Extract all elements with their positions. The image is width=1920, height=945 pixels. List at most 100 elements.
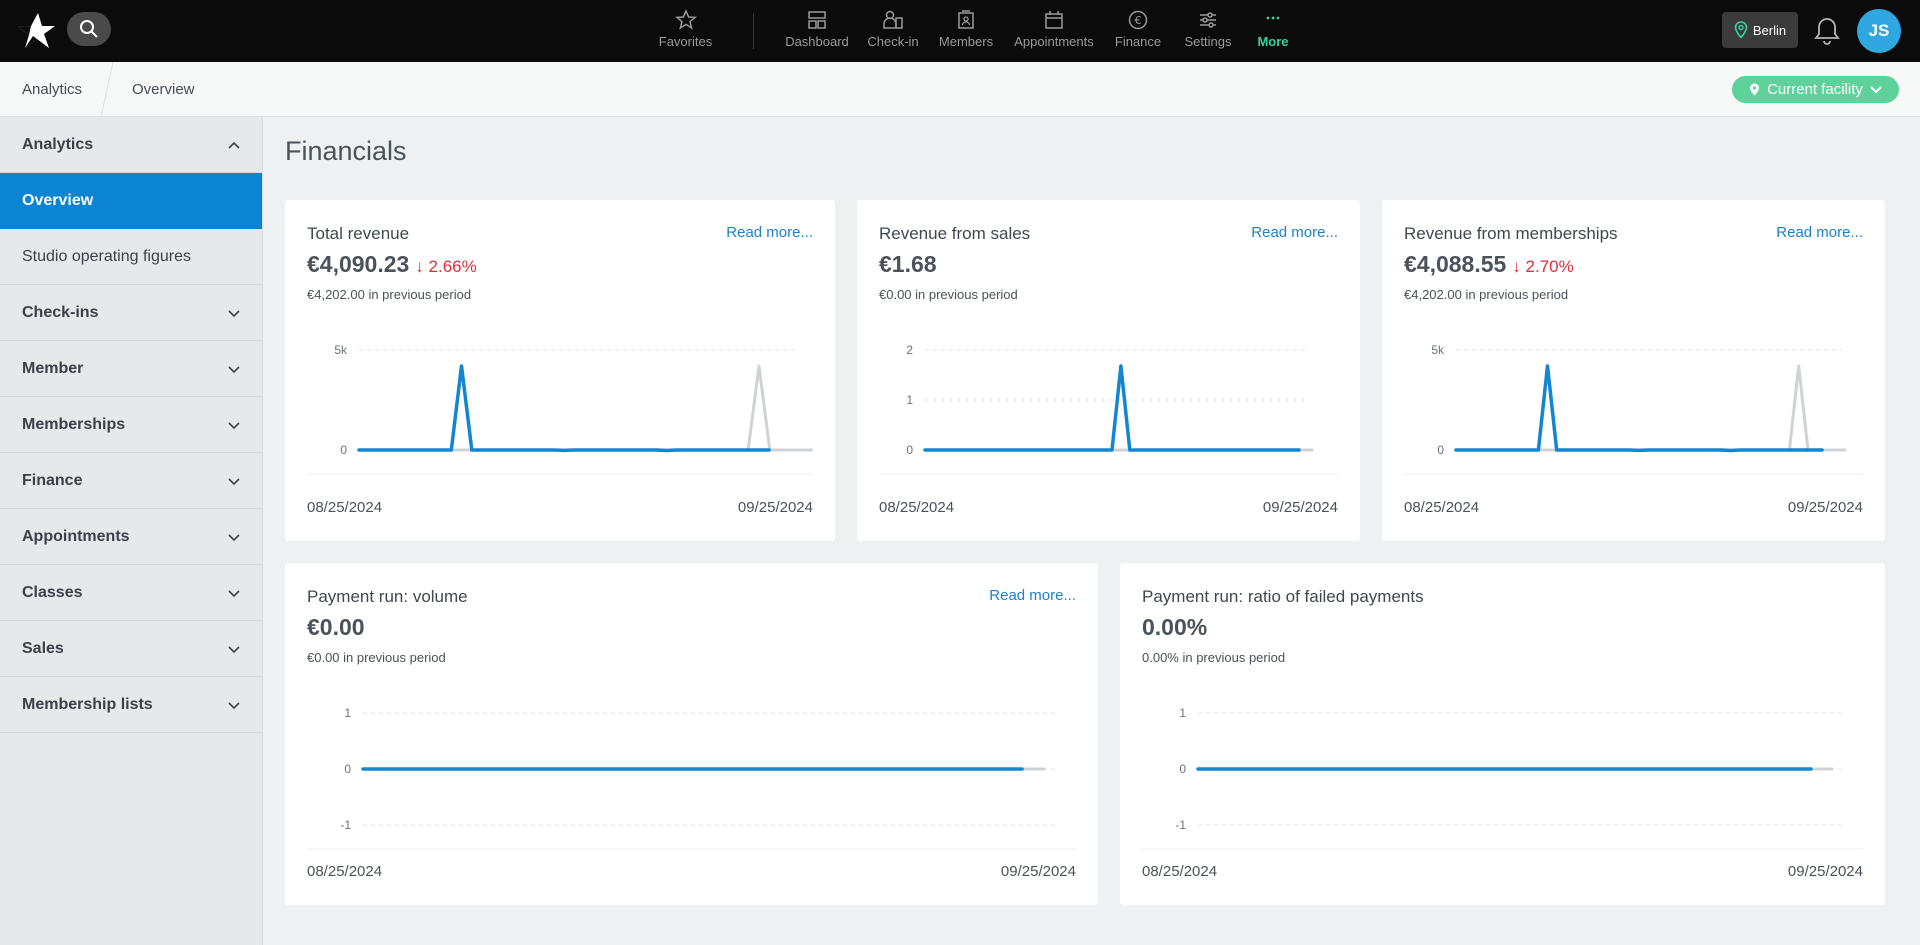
nav-more[interactable]: More xyxy=(1244,0,1302,62)
search-icon xyxy=(80,20,98,38)
nav-label: More xyxy=(1257,34,1289,49)
card-payment-run-volume: Payment run: volume Read more... €0.00 €… xyxy=(285,563,1098,905)
svg-text:€: € xyxy=(1135,14,1142,27)
nav-label: Check-in xyxy=(867,34,919,49)
chevron-down-icon xyxy=(228,702,240,710)
sidebar-item-memberships[interactable]: Memberships xyxy=(0,397,262,453)
nav-favorites[interactable]: Favorites xyxy=(640,0,731,62)
card-value-amount: 0.00% xyxy=(1142,614,1208,640)
chart-y-tick-label: 0 xyxy=(340,443,347,457)
nav-finance[interactable]: € Finance xyxy=(1104,0,1172,62)
star-logo-icon[interactable] xyxy=(16,12,56,50)
chevron-down-icon xyxy=(228,310,240,318)
chart-series-current xyxy=(357,364,771,453)
sidebar-item-sales[interactable]: Sales xyxy=(0,621,262,677)
star-icon xyxy=(674,9,697,30)
chart-y-tick-label: 0 xyxy=(1179,762,1186,776)
card-total-revenue: Total revenue Read more... €4,090.23 ↓ 2… xyxy=(285,200,835,541)
chart-start-date: 08/25/2024 xyxy=(307,863,383,880)
check-in-icon xyxy=(883,10,903,29)
card-value: €0.00 xyxy=(307,614,365,641)
chart-y-tick-label: 1 xyxy=(906,393,913,407)
sidebar-item-analytics[interactable]: Analytics xyxy=(0,117,262,173)
sidebar-item-member[interactable]: Member xyxy=(0,341,262,397)
bell-icon[interactable] xyxy=(1813,16,1841,46)
nav-label: Settings xyxy=(1184,34,1232,49)
sliders-icon xyxy=(1200,12,1216,28)
sidebar-item-membership-lists[interactable]: Membership lists xyxy=(0,677,262,733)
location-button[interactable]: Berlin xyxy=(1722,12,1798,48)
card-previous-period: €4,202.00 in previous period xyxy=(1404,287,1569,302)
chart-start-date: 08/25/2024 xyxy=(307,499,383,516)
chevron-down-icon xyxy=(228,646,240,654)
user-avatar[interactable]: JS xyxy=(1857,9,1901,53)
card-previous-period: €0.00 in previous period xyxy=(307,650,446,665)
card-delta: ↓ 2.66% xyxy=(415,257,477,276)
chevron-up-icon xyxy=(228,141,240,149)
card-value: €1.68 xyxy=(879,251,937,278)
search-button[interactable] xyxy=(67,12,111,46)
card-previous-period: 0.00% in previous period xyxy=(1142,650,1286,665)
read-more-link[interactable]: Read more... xyxy=(1776,224,1863,241)
card-revenue-from-memberships: Revenue from memberships Read more... €4… xyxy=(1382,200,1885,541)
read-more-link[interactable]: Read more... xyxy=(1251,224,1338,241)
breadcrumb-analytics[interactable]: Analytics xyxy=(22,62,82,117)
nav-settings[interactable]: Settings xyxy=(1172,0,1244,62)
chart-series-previous xyxy=(357,364,813,452)
nav-label: Dashboard xyxy=(785,34,849,49)
chevron-down-icon xyxy=(228,534,240,542)
nav-label: Finance xyxy=(1114,34,1162,49)
nav-appointments[interactable]: Appointments xyxy=(1004,0,1104,62)
sidebar-item-appointments[interactable]: Appointments xyxy=(0,509,262,565)
sidebar-item-classes[interactable]: Classes xyxy=(0,565,262,621)
sidebar-item-overview[interactable]: Overview xyxy=(0,173,262,229)
breadcrumb-separator xyxy=(100,62,114,117)
sidebar-item-label: Check-ins xyxy=(22,303,99,321)
nav-check-in[interactable]: Check-in xyxy=(858,0,928,62)
chart-series-current xyxy=(923,364,1301,452)
sidebar-item-check-ins[interactable]: Check-ins xyxy=(0,285,262,341)
card-title: Payment run: ratio of failed payments xyxy=(1142,587,1424,606)
nav-label: Appointments xyxy=(1014,34,1094,49)
dashboard-icon xyxy=(808,11,826,29)
card-value: €4,088.55 ↓ 2.70% xyxy=(1404,251,1574,278)
sidebar-item-label: Classes xyxy=(22,583,83,601)
nav-members[interactable]: Members xyxy=(928,0,1004,62)
card-value: €4,090.23 ↓ 2.66% xyxy=(307,251,477,278)
breadcrumb-overview[interactable]: Overview xyxy=(132,62,195,117)
chevron-down-icon xyxy=(228,478,240,486)
chart-y-tick-label: 0 xyxy=(906,443,913,457)
chart-end-date: 09/25/2024 xyxy=(1000,863,1076,880)
chart-y-tick-label: -1 xyxy=(340,818,351,832)
sidebar-item-studio-operating-figures[interactable]: Studio operating figures xyxy=(0,229,262,285)
map-pin-icon xyxy=(1734,21,1748,39)
read-more-link[interactable]: Read more... xyxy=(726,224,813,241)
sidebar-item-label: Analytics xyxy=(22,135,94,153)
chart-end-date: 09/25/2024 xyxy=(1262,499,1338,516)
current-facility-dropdown[interactable]: Current facility xyxy=(1732,76,1899,103)
nav-dashboard[interactable]: Dashboard xyxy=(776,0,858,62)
chevron-down-icon xyxy=(228,422,240,430)
chevron-down-icon xyxy=(228,366,240,374)
card-title: Total revenue xyxy=(307,224,410,243)
nav-label: Favorites xyxy=(658,34,713,49)
card-revenue-from-sales: Revenue from sales Read more... €1.68 €0… xyxy=(857,200,1360,541)
chart-y-tick-label: 5k xyxy=(1431,343,1445,357)
sidebar-item-label: Membership lists xyxy=(22,695,153,713)
chart-end-date: 09/25/2024 xyxy=(1787,499,1863,516)
sidebar-item-label: Studio operating figures xyxy=(22,247,191,265)
sidebar-item-label: Member xyxy=(22,359,84,377)
card-value-amount: €4,088.55 xyxy=(1404,251,1507,277)
card-delta: ↓ 2.70% xyxy=(1512,257,1574,276)
map-pin-icon xyxy=(1750,83,1760,96)
chart-y-tick-label: -1 xyxy=(1175,818,1186,832)
members-icon xyxy=(958,10,974,29)
sidebar-item-finance[interactable]: Finance xyxy=(0,453,262,509)
chart-start-date: 08/25/2024 xyxy=(1404,499,1480,516)
read-more-link[interactable]: Read more... xyxy=(989,587,1076,604)
chart-y-tick-label: 2 xyxy=(906,343,913,357)
sidebar-item-label: Finance xyxy=(22,471,83,489)
top-navigation-bar: Favorites Dashboard Check-in Members App… xyxy=(0,0,1920,62)
chevron-down-icon xyxy=(228,590,240,598)
chart-payment-run-failed-ratio: -1 0 1 xyxy=(1142,706,1863,850)
